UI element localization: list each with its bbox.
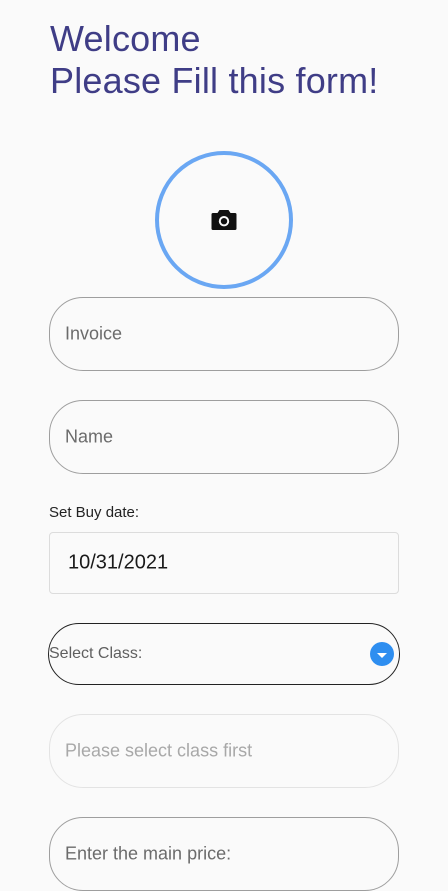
select-class-label: Select Class:	[49, 645, 143, 662]
name-placeholder: Name	[65, 426, 114, 447]
photo-picker-button[interactable]	[155, 151, 293, 289]
invoice-placeholder: Invoice	[65, 323, 123, 344]
buy-date-field[interactable]: 10/31/2021	[49, 532, 399, 594]
welcome-text: Welcome	[50, 18, 201, 59]
page-title: Welcome Please Fill this form!	[50, 18, 379, 102]
buy-date-label: Set Buy date:	[49, 504, 140, 521]
name-input[interactable]: Name	[49, 400, 399, 474]
invoice-input[interactable]: Invoice	[49, 297, 399, 371]
form-instruction-text: Please Fill this form!	[50, 60, 379, 101]
class-dependent-placeholder: Please select class first	[65, 740, 253, 761]
class-dependent-input: Please select class first	[49, 714, 399, 788]
camera-icon	[211, 210, 237, 230]
main-price-placeholder: Enter the main price:	[65, 843, 232, 864]
select-class-dropdown[interactable]: Select Class:	[48, 623, 400, 685]
main-price-input[interactable]: Enter the main price:	[49, 817, 399, 891]
chevron-down-icon[interactable]	[370, 642, 394, 666]
buy-date-value: 10/31/2021	[68, 551, 169, 574]
